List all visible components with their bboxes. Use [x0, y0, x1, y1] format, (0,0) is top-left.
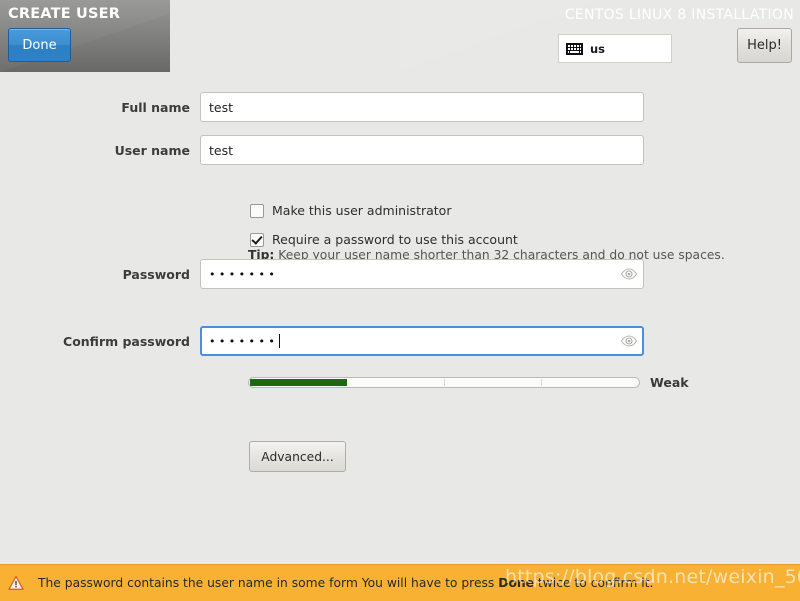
confirm-password-label: Confirm password [63, 333, 190, 349]
user-name-label: User name [114, 142, 190, 158]
make-administrator-label[interactable]: Make this user administrator [272, 203, 451, 218]
strength-segment [347, 379, 445, 386]
header-facet-5 [300, 0, 410, 72]
strength-segment [250, 379, 348, 386]
done-button[interactable]: Done [8, 28, 71, 62]
require-password-label[interactable]: Require a password to use this account [272, 232, 518, 247]
password-strength-label: Weak [650, 375, 689, 390]
password-input[interactable] [200, 259, 644, 289]
keyboard-layout-label: us [590, 41, 606, 56]
password-strength-bar [248, 377, 640, 388]
make-administrator-checkbox[interactable] [250, 203, 264, 218]
user-name-input[interactable] [200, 135, 644, 165]
require-password-checkbox[interactable] [250, 232, 264, 247]
spoke-title: CREATE USER [8, 6, 121, 22]
keyboard-icon [566, 42, 583, 55]
keyboard-layout-indicator[interactable]: us [558, 34, 672, 63]
warning-text-bold: Done [498, 576, 534, 590]
confirm-password-input[interactable] [200, 326, 644, 356]
user-name-row: User name [0, 135, 644, 165]
password-field-wrap: ••••••• [200, 259, 644, 289]
full-name-row: Full name [0, 92, 644, 122]
status-warning-bar: The password contains the user name in s… [0, 564, 800, 601]
make-administrator-row[interactable]: Make this user administrator [250, 203, 451, 218]
strength-segment [445, 379, 542, 386]
advanced-button[interactable]: Advanced... [249, 441, 346, 472]
confirm-password-reveal-eye-icon[interactable] [620, 332, 638, 350]
warning-text-part1: The password contains the user name in s… [38, 576, 499, 590]
password-label: Password [122, 266, 190, 282]
warning-triangle-icon [8, 575, 24, 590]
create-user-form: Full name User name Tip: Keep your user … [0, 72, 800, 564]
installer-header: CREATE USER CENTOS LINUX 8 INSTALLATION … [0, 0, 800, 72]
product-title: CENTOS LINUX 8 INSTALLATION [564, 7, 794, 23]
password-reveal-eye-icon[interactable] [620, 265, 638, 283]
password-strength: Weak [248, 375, 689, 390]
confirm-password-field-wrap: ••••••• [200, 326, 644, 356]
full-name-input[interactable] [200, 92, 644, 122]
confirm-password-row: Confirm password ••••••• [0, 326, 644, 356]
full-name-label: Full name [121, 99, 190, 115]
status-warning-message: The password contains the user name in s… [38, 576, 653, 590]
warning-text-part2: twice to confirm it. [534, 576, 654, 590]
header-facet-2 [210, 0, 400, 72]
help-button[interactable]: Help! [737, 28, 792, 63]
password-row: Password ••••••• [0, 259, 644, 289]
require-password-row[interactable]: Require a password to use this account [250, 232, 518, 247]
strength-segment [542, 379, 638, 386]
